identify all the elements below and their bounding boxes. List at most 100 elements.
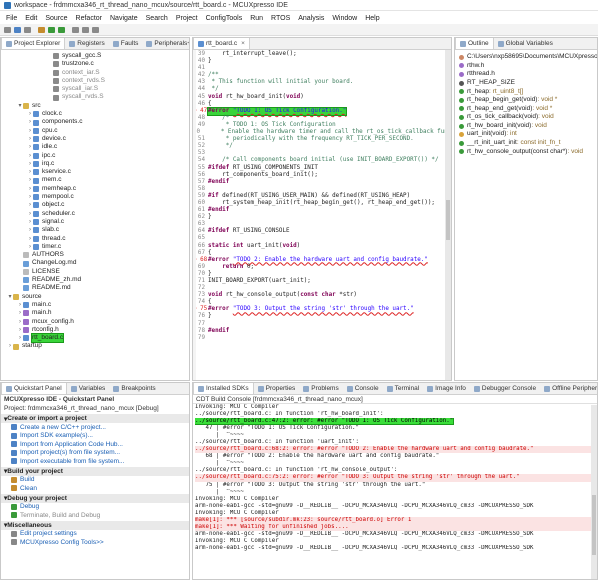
console-scroll-thumb[interactable] — [592, 495, 596, 555]
code-line[interactable]: ⊗ 47 #error "TODO 1: OS Tick Configuratio… — [193, 106, 451, 116]
code-line[interactable]: 63 — [193, 221, 451, 228]
tree-item[interactable]: README_zh.md — [1, 276, 189, 284]
quickstart-action[interactable]: Create a new C/C++ project... — [1, 423, 189, 432]
code-line[interactable]: 45 void rt_hw_board_init(void) — [193, 94, 451, 101]
code-line[interactable]: 79 — [193, 335, 451, 342]
outline-item[interactable]: rthw.h — [459, 62, 597, 71]
tree-item[interactable]: › startup — [1, 342, 189, 350]
tree-item[interactable]: › clock.c — [1, 110, 189, 118]
left-tab-3[interactable]: Peripherals+ — [142, 38, 189, 49]
outline-item[interactable]: rt_heap : rt_uint8_t[] — [459, 87, 597, 96]
tree-item[interactable]: ▾ source — [1, 293, 189, 301]
code-line[interactable]: 46{ — [193, 101, 451, 108]
code-line[interactable]: 61 #endif — [193, 207, 451, 214]
tree-item[interactable]: › mempool.c — [1, 193, 189, 201]
console-tab-5[interactable]: Image Info — [423, 383, 470, 394]
tree-item[interactable]: › cpu.c — [1, 127, 189, 135]
tree-item[interactable]: › main.c — [1, 301, 189, 309]
outline-item[interactable]: rt_hw_console_output(const char*) : void — [459, 148, 597, 157]
tree-item[interactable]: › signal.c — [1, 218, 189, 226]
close-icon[interactable]: × — [241, 40, 245, 47]
code-line[interactable]: 62} — [193, 214, 451, 221]
code-line[interactable]: 43 * This function will initial your boa… — [193, 79, 451, 86]
code-line[interactable]: 55 #ifdef RT_USING_COMPONENTS_INIT — [193, 165, 451, 172]
tree-item[interactable]: ▾ src — [1, 102, 189, 110]
code-line[interactable]: 39 rt_interrupt_leave(); — [193, 51, 451, 58]
console-tab-7[interactable]: Offline Peripherals — [540, 383, 597, 394]
console-tab-1[interactable]: Properties — [254, 383, 300, 394]
quickstart-action[interactable]: Clean — [1, 484, 189, 493]
console-tab-4[interactable]: Terminal — [383, 383, 424, 394]
code-line[interactable]: 48 /* — [193, 115, 451, 122]
menu-item-file[interactable]: File — [6, 15, 17, 22]
tree-item[interactable]: › object.c — [1, 201, 189, 209]
tree-item[interactable]: syscall_gcc.S — [1, 52, 189, 60]
quickstart-action[interactable]: Debug — [1, 503, 189, 512]
outline-item[interactable]: __rt_init_uart_init : const init_fn_t — [459, 139, 597, 148]
outline-item[interactable]: rtthread.h — [459, 70, 597, 79]
tree-item[interactable]: ChangeLog.md — [1, 259, 189, 267]
editor-scrollbar[interactable] — [445, 50, 451, 380]
left-tab-2[interactable]: Faults — [109, 38, 143, 49]
outline-item[interactable]: rt_os_tick_callback(void) : void — [459, 113, 597, 122]
tree-item[interactable]: › idle.c — [1, 143, 189, 151]
code-line[interactable]: 70} — [193, 271, 451, 278]
tree-item[interactable]: › rtconfig.h — [1, 326, 189, 334]
tree-item[interactable]: › slab.c — [1, 226, 189, 234]
outline-item[interactable]: rt_heap_end_get(void) : void * — [459, 105, 597, 114]
quickstart-action[interactable]: Build — [1, 476, 189, 485]
code-line[interactable]: 52 */ — [193, 143, 451, 150]
tree-item[interactable]: LICENSE — [1, 268, 189, 276]
code-line[interactable]: 67{ — [193, 250, 451, 257]
tree-item[interactable]: › mem.c — [1, 176, 189, 184]
code-line[interactable]: 78 #endif — [193, 328, 451, 335]
quickstart-action[interactable]: Edit project settings — [1, 530, 189, 539]
tree-item[interactable]: › ipc.c — [1, 152, 189, 160]
code-line[interactable]: 60 rt_system_heap_init(rt_heap_begin_get… — [193, 200, 451, 207]
tree-item[interactable]: › kservice.c — [1, 168, 189, 176]
console-tab-2[interactable]: Problems — [299, 383, 342, 394]
build-console-output[interactable]: Invoking: MCU C Compiler ../source/rtt_bo… — [193, 404, 597, 552]
menu-item-source[interactable]: Source — [45, 15, 67, 22]
tree-item[interactable]: trustzone.c — [1, 60, 189, 68]
quickstart-action[interactable]: Import project(s) from file system... — [1, 449, 189, 458]
console-tab-6[interactable]: Debugger Console — [470, 383, 540, 394]
code-line[interactable]: 66 static int uart_init(void) — [193, 243, 451, 250]
tree-item[interactable]: README.md — [1, 284, 189, 292]
menu-item-navigate[interactable]: Navigate — [110, 15, 138, 22]
tree-item[interactable]: › mcux_config.h — [1, 318, 189, 326]
code-line[interactable]: 65 — [193, 235, 451, 242]
code-line[interactable]: 57 #endif — [193, 179, 451, 186]
console-tab-0[interactable]: Installed SDKs — [193, 383, 254, 394]
tree-item[interactable]: › main.h — [1, 309, 189, 317]
code-line[interactable]: 76} — [193, 313, 451, 320]
code-line[interactable]: 56 rt_components_board_init(); — [193, 172, 451, 179]
menu-item-refactor[interactable]: Refactor — [76, 15, 102, 22]
quickstart-action[interactable]: Import SDK example(s)... — [1, 432, 189, 441]
tree-item[interactable]: › scheduler.c — [1, 210, 189, 218]
quickstart-action[interactable]: Import from Application Code Hub... — [1, 440, 189, 449]
quickstart-action[interactable]: MCUXpresso Config Tools>> — [1, 538, 189, 547]
tree-item[interactable]: › rtt_board.c — [1, 333, 189, 344]
menu-item-configtools[interactable]: ConfigTools — [206, 15, 243, 22]
code-line[interactable]: 42/** — [193, 72, 451, 79]
code-line[interactable]: 72 — [193, 285, 451, 292]
code-line[interactable]: 69 return 0; — [193, 264, 451, 271]
menu-item-search[interactable]: Search — [146, 15, 168, 22]
menu-item-analysis[interactable]: Analysis — [298, 15, 324, 22]
menu-item-edit[interactable]: Edit — [25, 15, 37, 22]
code-line[interactable]: 40} — [193, 58, 451, 65]
code-line[interactable]: 44 */ — [193, 86, 451, 93]
outline-item[interactable]: rt_hw_board_init(void) : void — [459, 122, 597, 131]
code-line[interactable]: 73 void rt_hw_console_output(const char *… — [193, 292, 451, 299]
quickstart-action[interactable]: Import executable from file system... — [1, 457, 189, 466]
console-tab-3[interactable]: Console — [343, 383, 383, 394]
tree-item[interactable]: context_iar.S — [1, 69, 189, 77]
tree-item[interactable]: context_rvds.S — [1, 77, 189, 85]
code-line[interactable]: 49 * TODO 1: OS Tick Configuration — [193, 122, 451, 129]
tree-item[interactable]: › memheap.c — [1, 185, 189, 193]
quickstart-tab-1[interactable]: Variables — [67, 383, 110, 394]
code-line[interactable]: 74{ — [193, 299, 451, 306]
menu-item-window[interactable]: Window — [332, 15, 357, 22]
editor-tab[interactable]: rtt_board.c × — [193, 38, 250, 49]
